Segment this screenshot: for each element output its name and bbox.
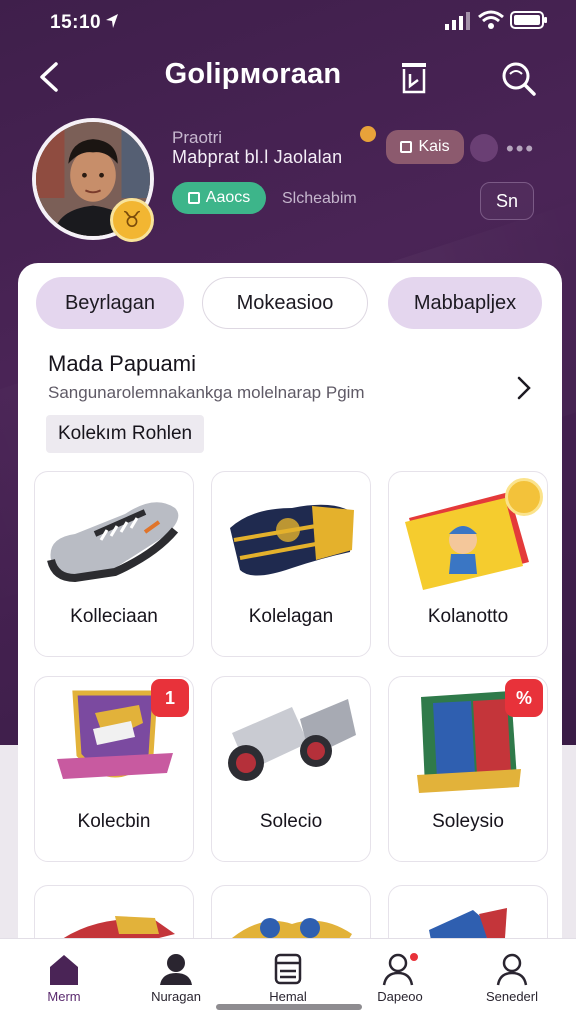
item-label: Kolleciaan [70,606,158,627]
nav-item-home[interactable]: Merm [14,947,114,1017]
edit-button[interactable]: Sn [480,182,534,220]
page-title: Golipмoraan [164,58,342,90]
profile-name: Mabprat bl.l Jaolalan [172,147,343,167]
shop-icon [187,192,200,204]
section-chip[interactable]: Kolekım Rohlen [46,415,205,453]
status-time: 15:10 [50,12,102,33]
grid-item[interactable]: % Soleysio [388,676,548,862]
more-icon[interactable]: ••• [506,136,535,162]
signal-icon [445,12,470,30]
pin-icon[interactable] [470,134,498,162]
grid-item[interactable]: 1 Kolecbin [34,676,194,862]
home-indicator[interactable] [216,1004,362,1010]
profile-overline: Praotri [172,128,223,147]
nav-label: Dapeoo [377,989,423,1004]
nav-item-user[interactable]: Nuragan [126,947,226,1017]
bottom-nav: Merm Nuragan Hemal Dapeoo Senederl [0,938,576,1024]
tab-1[interactable]: Beyrlagan [36,277,184,329]
discount-badge: % [505,679,543,717]
binoculars-icon [228,699,356,781]
sneaker-icon [47,502,179,583]
top-nav: Golipмoraan [0,48,576,108]
grid-item[interactable]: Kolanotto [388,471,548,657]
item-label: Solecio [259,811,323,832]
content-card: Beyrlagan Mokeasioo Mabbapljex Mada Papu… [18,263,562,1023]
home-icon [50,955,78,985]
nav-label: Hemal [269,989,307,1004]
item-label: Kolelagan [248,606,334,627]
avatar-badge-icon: ♉ [110,198,154,242]
count-badge: 1 [151,679,189,717]
user-icon [160,954,192,985]
status-bar: 15:10 [0,0,576,44]
coin-badge-icon [505,478,543,516]
item-label: Soleysio [432,811,504,832]
nav-label: Merm [47,989,81,1004]
level-chip-label: Kais [418,138,450,155]
notification-dot [408,951,420,963]
bag-icon [400,141,413,153]
tab-3[interactable]: Mabbapljex [388,277,542,329]
profile-icon [496,953,528,986]
scarf-icon [230,504,354,576]
section-subtitle[interactable]: Sangunarolemnakankga molelnarap Pgim [48,383,365,403]
location-arrow-icon [106,14,118,28]
wifi-icon [478,10,504,29]
profile-meta: Slcheabim [282,190,357,207]
coin-icon [360,126,376,142]
battery-icon [510,11,547,29]
level-chip[interactable]: Kais [386,130,464,164]
grid-item[interactable]: Solecio [211,676,371,862]
tab-bar: Beyrlagan Mokeasioo Mabbapljex [36,277,544,331]
grid-item[interactable]: Kolelagan [211,471,371,657]
back-arrow-icon[interactable] [32,58,68,96]
search-icon[interactable] [498,58,538,98]
section-title: Mada Papuami [48,351,196,376]
status-chip-label: Aaocs [205,189,251,206]
nav-label: Nuragan [151,989,201,1004]
nav-item-profile[interactable]: Senederl [462,947,562,1017]
status-chip[interactable]: Aaocs [172,182,266,214]
bookmark-icon[interactable] [396,60,432,96]
tab-2[interactable]: Mokeasioo [202,277,368,329]
chevron-right-icon[interactable] [512,373,536,403]
nav-label: Senederl [485,989,539,1004]
item-label: Kolecbin [77,811,151,832]
box-icon [274,953,302,985]
grid-item[interactable]: Kolleciaan [34,471,194,657]
nav-item-people[interactable]: Dapeoo [350,947,450,1017]
item-label: Kolanotto [427,606,509,627]
